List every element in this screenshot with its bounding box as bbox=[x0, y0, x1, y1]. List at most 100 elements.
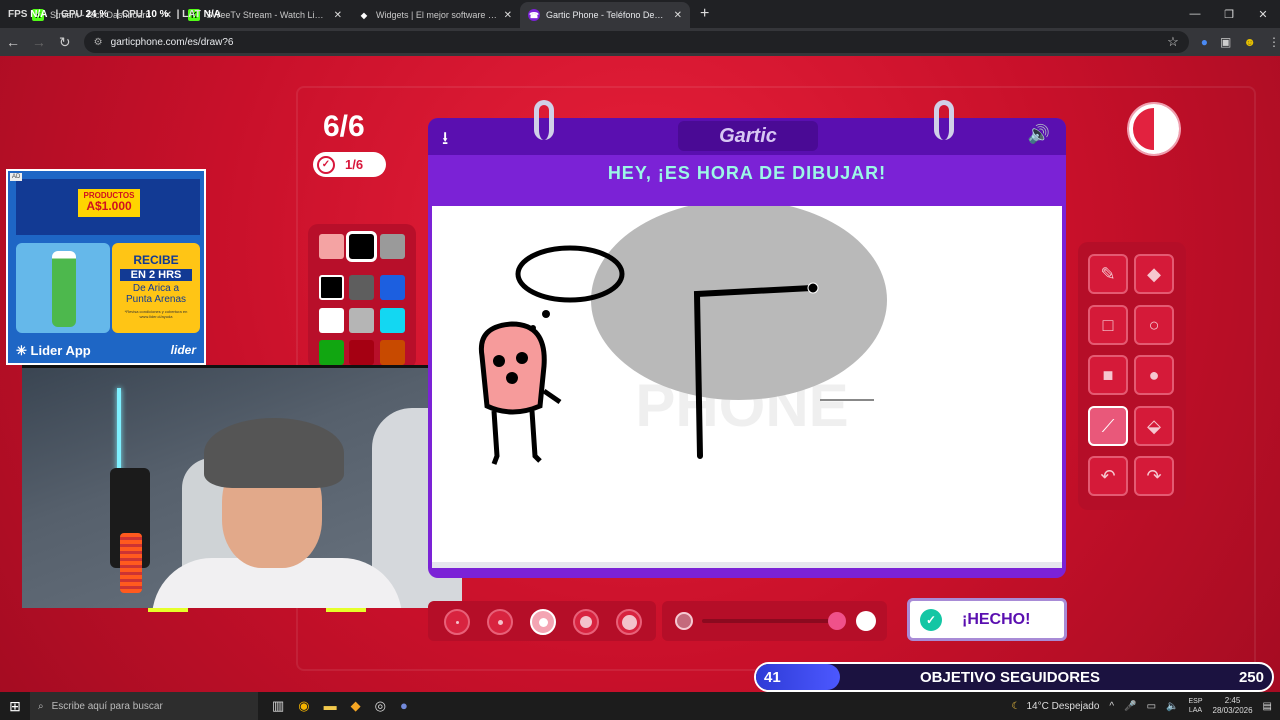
profile-avatar[interactable]: ☻ bbox=[1243, 35, 1256, 49]
search-icon: ⌕ bbox=[38, 700, 44, 712]
brush-size-option[interactable] bbox=[616, 609, 642, 635]
eraser-tool[interactable]: ◆ bbox=[1134, 254, 1174, 294]
slider-handle[interactable] bbox=[828, 612, 846, 630]
binder-ring bbox=[934, 100, 954, 140]
rect-outline-tool[interactable]: □ bbox=[1088, 305, 1128, 345]
tray-chevron-icon[interactable]: ^ bbox=[1109, 701, 1114, 712]
moon-icon: ☾ bbox=[1011, 700, 1021, 712]
chrome-icon[interactable]: ◉ bbox=[298, 698, 309, 714]
extensions-puzzle-icon[interactable]: ▣ bbox=[1220, 35, 1231, 49]
ad-promo: RECIBE EN 2 HRS De Arica a Punta Arenas … bbox=[112, 243, 200, 333]
brush-size-selector bbox=[428, 601, 656, 641]
gartic-logo: Gartic bbox=[678, 121, 818, 151]
circle-outline-icon: ○ bbox=[1148, 314, 1160, 335]
obs-icon[interactable]: ◎ bbox=[375, 698, 386, 714]
goal-label: OBJETIVO SEGUIDORES bbox=[920, 668, 1101, 686]
rect-fill-tool[interactable]: ■ bbox=[1088, 355, 1128, 395]
pencil-tool[interactable]: ✎ bbox=[1088, 254, 1128, 294]
fill-bucket-tool[interactable]: ⬙ bbox=[1134, 406, 1174, 446]
brush-size-option[interactable] bbox=[573, 609, 599, 635]
clock[interactable]: 2:45 28/03/2026 bbox=[1213, 696, 1253, 716]
sound-icon[interactable]: 🔊 bbox=[1028, 124, 1050, 145]
color-swatch[interactable] bbox=[319, 340, 344, 365]
color-swatch[interactable] bbox=[319, 275, 344, 300]
circle-outline-tool[interactable]: ○ bbox=[1134, 305, 1174, 345]
goal-current: 41 bbox=[764, 668, 781, 686]
slider-track[interactable] bbox=[702, 619, 837, 623]
restore-icon[interactable]: ❐ bbox=[1212, 0, 1246, 28]
microphone-icon[interactable]: 🎤 bbox=[1124, 701, 1136, 712]
drawing-notebook: ⭳ Gartic 🔊 HEY, ¡ES HORA DE DIBUJAR! PHO… bbox=[428, 100, 1066, 578]
download-icon[interactable]: ⭳ bbox=[442, 126, 448, 156]
color-swatch-selected[interactable] bbox=[346, 231, 377, 262]
notifications-icon[interactable]: ▤ bbox=[1263, 701, 1272, 712]
circle-fill-tool[interactable]: ● bbox=[1134, 355, 1174, 395]
streamer-hair bbox=[204, 418, 344, 488]
color-swatch[interactable] bbox=[349, 340, 374, 365]
windows-start-icon[interactable]: ⊞ bbox=[0, 698, 30, 715]
color-swatch[interactable] bbox=[380, 308, 405, 333]
site-info-icon[interactable]: ⚙ bbox=[94, 37, 103, 48]
brush-size-option[interactable] bbox=[487, 609, 513, 635]
redo-button[interactable]: ↷ bbox=[1134, 456, 1174, 496]
close-tab-icon[interactable]: ✕ bbox=[674, 10, 682, 21]
figure-eye bbox=[493, 355, 505, 367]
follower-goal-bar: 41 OBJETIVO SEGUIDORES 250 bbox=[754, 662, 1274, 692]
network-icon[interactable]: ▭ bbox=[1147, 701, 1156, 712]
file-explorer-icon[interactable]: ▬ bbox=[324, 698, 337, 714]
binder-ring bbox=[534, 100, 554, 140]
gartic-icon: ☎ bbox=[528, 9, 540, 21]
check-icon: ✓ bbox=[317, 155, 335, 174]
undo-button[interactable]: ↶ bbox=[1088, 456, 1128, 496]
close-tab-icon[interactable]: ✕ bbox=[504, 10, 512, 21]
color-swatch[interactable] bbox=[380, 275, 405, 300]
advertisement[interactable]: PRODUCTOS A$1.000 RECIBE EN 2 HRS De Ari… bbox=[6, 169, 206, 365]
new-tab-button[interactable]: + bbox=[700, 5, 709, 23]
widgets-icon: ◆ bbox=[360, 10, 368, 20]
notebook-header: ⭳ Gartic 🔊 bbox=[428, 118, 1066, 155]
browser-tab[interactable]: ◆ Widgets | El mejor software para ✕ bbox=[350, 2, 520, 28]
minimize-icon[interactable]: — bbox=[1178, 0, 1212, 28]
color-swatch[interactable] bbox=[319, 234, 344, 259]
stick-figure-head bbox=[478, 321, 547, 415]
language-indicator[interactable]: ESP LAA bbox=[1188, 697, 1202, 715]
drawing-canvas[interactable]: PHONE bbox=[432, 200, 1062, 568]
color-palette bbox=[308, 224, 416, 369]
check-icon: ✓ bbox=[920, 608, 942, 631]
volume-icon[interactable]: 🔈 bbox=[1166, 701, 1178, 712]
opacity-slider[interactable] bbox=[662, 601, 887, 641]
color-swatch[interactable] bbox=[380, 234, 405, 259]
menu-kebab-icon[interactable]: ⋮ bbox=[1268, 35, 1280, 49]
brush-size-option-selected[interactable] bbox=[530, 609, 556, 635]
back-icon[interactable]: ← bbox=[0, 34, 26, 50]
app-icon[interactable]: ◆ bbox=[351, 698, 361, 714]
walmart-spark-icon: ✳ bbox=[16, 343, 27, 358]
opacity-max-icon bbox=[856, 611, 876, 631]
brush-size-option[interactable] bbox=[444, 609, 470, 635]
ad-brand: lider bbox=[170, 343, 196, 357]
color-swatch[interactable] bbox=[319, 308, 344, 333]
windows-taskbar: ⊞ ⌕ Escribe aquí para buscar ▥ ◉ ▬ ◆ ◎ ●… bbox=[0, 692, 1280, 720]
extension-icon[interactable]: ● bbox=[1201, 35, 1208, 49]
line-icon: ⟋ bbox=[1101, 415, 1115, 436]
url-input[interactable]: ⚙ garticphone.com/es/draw?6 ☆ bbox=[83, 31, 1189, 53]
discord-icon[interactable]: ● bbox=[400, 698, 408, 714]
done-button[interactable]: ✓ ¡HECHO! bbox=[907, 598, 1067, 641]
task-view-icon[interactable]: ▥ bbox=[272, 698, 284, 714]
close-tab-icon[interactable]: ✕ bbox=[334, 10, 342, 21]
close-window-icon[interactable]: ✕ bbox=[1246, 0, 1280, 28]
line-tool[interactable]: ⟋ bbox=[1088, 406, 1128, 446]
forward-icon[interactable]: → bbox=[26, 34, 52, 50]
color-swatch[interactable] bbox=[380, 340, 405, 365]
taskbar-search-input[interactable]: ⌕ Escribe aquí para buscar bbox=[30, 692, 258, 720]
reload-icon[interactable]: ↻ bbox=[52, 34, 78, 51]
browser-tab-active[interactable]: ☎ Gartic Phone - Teléfono Descon ✕ bbox=[520, 2, 690, 28]
timer-icon bbox=[1129, 104, 1179, 154]
color-swatch[interactable] bbox=[349, 275, 374, 300]
bookmark-star-icon[interactable]: ☆ bbox=[1167, 34, 1179, 50]
ad-product-image bbox=[16, 243, 110, 333]
weather-widget[interactable]: ☾ 14°C Despejado bbox=[1012, 701, 1100, 712]
color-swatch[interactable] bbox=[349, 308, 374, 333]
performance-overlay: FPS N/A | GPU 24 % | CPU 10 % | LAT N/A bbox=[8, 9, 221, 20]
figure-mouth bbox=[506, 372, 518, 384]
